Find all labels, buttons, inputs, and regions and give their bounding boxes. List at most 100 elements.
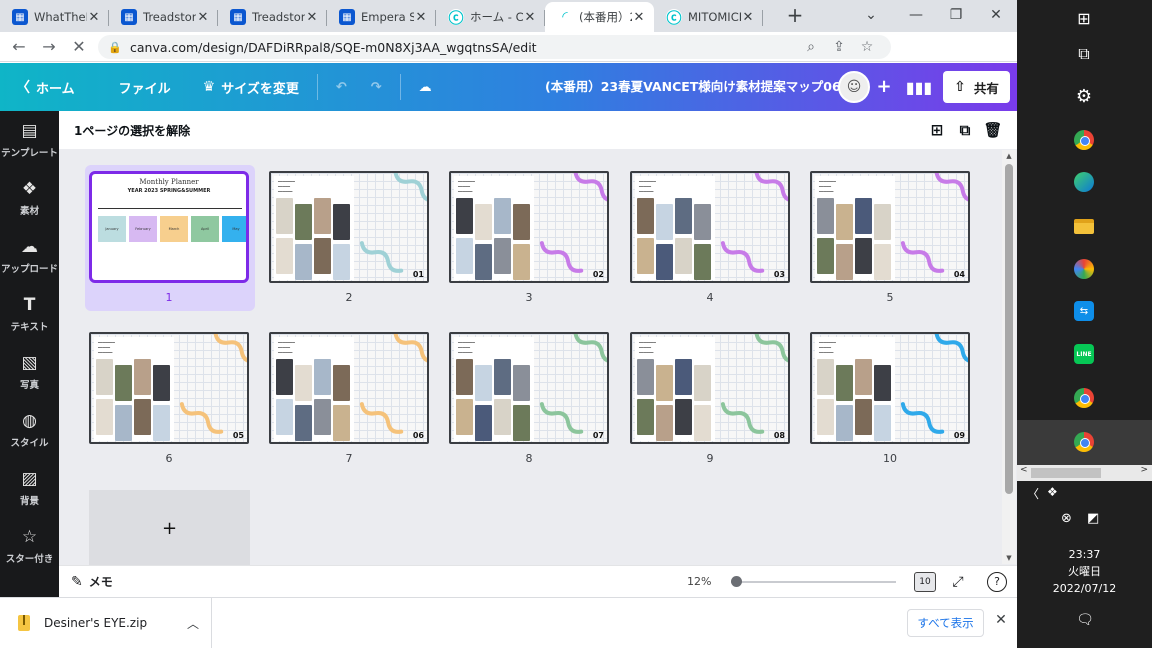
close-tab-icon[interactable]: ✕ bbox=[196, 10, 210, 25]
close-download-bar-icon[interactable]: ✕ bbox=[992, 612, 1010, 628]
board-page[interactable]: ━━━━━━━ ━━━━━ ━━━━━━ 08 bbox=[630, 332, 790, 444]
monthly-planner-page[interactable]: Monthly Planner YEAR 2023 SPRING&SUMMER Ja… bbox=[89, 171, 249, 283]
download-item[interactable]: Desiner's EYE.zip ︿ bbox=[0, 597, 212, 648]
board-page[interactable]: ━━━━━━━ ━━━━━ ━━━━━━ 03 bbox=[630, 171, 790, 283]
board-page[interactable]: ━━━━━━━ ━━━━━ ━━━━━━ 04 bbox=[810, 171, 970, 283]
board-page[interactable]: ━━━━━━━ ━━━━━ ━━━━━━ 06 bbox=[269, 332, 429, 444]
chrome-active-icon[interactable] bbox=[1072, 430, 1096, 454]
chrome-icon[interactable] bbox=[1072, 128, 1096, 152]
sidebar-item[interactable]: ☆ スター付き bbox=[0, 517, 59, 575]
close-tab-icon[interactable]: ✕ bbox=[87, 10, 101, 25]
sidebar-item[interactable]: ☁ アップロード bbox=[0, 227, 59, 285]
tray-scroll-left[interactable]: < bbox=[1020, 465, 1028, 475]
file-explorer-icon[interactable] bbox=[1072, 214, 1096, 238]
tray-scrollbar[interactable]: < > bbox=[1017, 465, 1152, 481]
edge-icon[interactable] bbox=[1072, 170, 1096, 194]
document-title[interactable]: (本番用）23春夏VANCET様向け素材提案マップ0614 bbox=[545, 63, 858, 111]
zoom-icon[interactable]: ⌕ bbox=[797, 39, 825, 55]
page-thumbnail[interactable]: ━━━━━━━ ━━━━━ ━━━━━━ 07 8 bbox=[449, 332, 609, 465]
browser-tab[interactable]: ▦ Treadstone✕ bbox=[218, 2, 327, 32]
restore-button[interactable]: ❐ bbox=[936, 0, 976, 30]
browser-tab[interactable]: ⓒ MITOMICH✕ bbox=[654, 2, 763, 32]
board-page[interactable]: ━━━━━━━ ━━━━━ ━━━━━━ 09 bbox=[810, 332, 970, 444]
browser-tab[interactable]: ⓒ ホーム - Can✕ bbox=[436, 2, 545, 32]
tray-scroll-thumb[interactable] bbox=[1031, 468, 1101, 478]
chevron-up-icon[interactable]: ︿ bbox=[187, 615, 211, 632]
redo-button[interactable]: ↷ bbox=[359, 63, 394, 111]
tray-app-icon[interactable]: ◩ bbox=[1087, 511, 1099, 526]
teamviewer-icon[interactable]: ⇆ bbox=[1072, 299, 1096, 323]
minimize-button[interactable]: — bbox=[896, 0, 936, 30]
cloud-save-icon[interactable]: ☁ bbox=[407, 63, 444, 111]
chrome-profile-icon[interactable] bbox=[1072, 386, 1096, 410]
board-page[interactable]: ━━━━━━━ ━━━━━ ━━━━━━ 01 bbox=[269, 171, 429, 283]
new-tab-button[interactable]: + bbox=[778, 0, 812, 30]
zoom-slider-handle[interactable] bbox=[731, 576, 742, 587]
close-tab-icon[interactable]: ✕ bbox=[523, 10, 537, 25]
insights-chart-icon[interactable]: ▮▮▮ bbox=[902, 71, 936, 103]
share-page-icon[interactable]: ⇪ bbox=[825, 39, 853, 55]
bookmark-star-icon[interactable]: ☆ bbox=[853, 39, 881, 55]
invite-plus-icon[interactable]: + bbox=[873, 76, 895, 98]
line-app-icon[interactable]: LINE bbox=[1072, 342, 1096, 366]
resize-button[interactable]: ♛ サイズを変更 bbox=[191, 63, 311, 111]
share-button[interactable]: ⇧ 共有 bbox=[943, 71, 1010, 103]
notes-button[interactable]: ✎ メモ bbox=[71, 573, 113, 590]
sidebar-item[interactable]: ▧ 写真 bbox=[0, 343, 59, 401]
scroll-down-arrow[interactable]: ▼ bbox=[1002, 554, 1016, 562]
page-count-button[interactable]: 10 bbox=[914, 572, 936, 592]
paint-icon[interactable] bbox=[1072, 257, 1096, 281]
back-icon[interactable]: ← bbox=[4, 32, 34, 62]
deselect-page-link[interactable]: 1ページの選択を解除 bbox=[74, 122, 190, 139]
sidebar-item[interactable]: ▤ テンプレート bbox=[0, 111, 59, 169]
duplicate-page-icon[interactable]: ⧉ bbox=[951, 121, 979, 139]
dropbox-icon[interactable]: ❖ bbox=[1047, 485, 1058, 499]
vertical-scrollbar[interactable]: ▲ ▼ bbox=[1002, 150, 1016, 564]
stop-loading-icon[interactable]: ✕ bbox=[64, 32, 94, 62]
page-thumbnail[interactable]: ━━━━━━━ ━━━━━ ━━━━━━ 01 2 bbox=[269, 171, 429, 304]
close-tab-icon[interactable]: ✕ bbox=[414, 10, 428, 25]
show-all-downloads-button[interactable]: すべて表示 bbox=[907, 609, 984, 637]
avatar[interactable]: ☺ bbox=[838, 71, 870, 103]
help-button[interactable]: ? bbox=[987, 572, 1007, 592]
page-thumbnail[interactable]: ━━━━━━━ ━━━━━ ━━━━━━ 09 10 bbox=[810, 332, 970, 465]
forward-icon[interactable]: → bbox=[34, 32, 64, 62]
close-tab-icon[interactable]: ✕ bbox=[741, 10, 755, 25]
sidebar-item[interactable]: ▨ 背景 bbox=[0, 459, 59, 517]
task-view-icon[interactable]: ⧉ bbox=[1072, 42, 1096, 66]
page-thumbnail[interactable]: ━━━━━━━ ━━━━━ ━━━━━━ 04 5 bbox=[810, 171, 970, 304]
page-thumbnail[interactable]: ━━━━━━━ ━━━━━ ━━━━━━ 08 9 bbox=[630, 332, 790, 465]
page-thumbnail[interactable]: ━━━━━━━ ━━━━━ ━━━━━━ 06 7 bbox=[269, 332, 429, 465]
tray-scroll-right[interactable]: > bbox=[1140, 465, 1148, 475]
windows-start-icon[interactable]: ⊞ bbox=[1072, 6, 1096, 30]
add-page-icon[interactable]: ⊞ bbox=[923, 121, 951, 139]
close-window-button[interactable]: ✕ bbox=[976, 0, 1016, 30]
file-menu-button[interactable]: ファイル bbox=[107, 63, 183, 111]
browser-tab[interactable]: ◜ (本番用）2 ✕ bbox=[545, 2, 654, 32]
sidebar-item[interactable]: ❖ 素材 bbox=[0, 169, 59, 227]
trash-icon[interactable]: 🗑 bbox=[979, 121, 1007, 139]
browser-tab[interactable]: ▦ Treadstone✕ bbox=[109, 2, 218, 32]
close-tab-icon[interactable]: ✕ bbox=[305, 10, 319, 25]
notification-icon[interactable]: 🗨 bbox=[1075, 612, 1095, 628]
page-thumbnail[interactable]: ━━━━━━━ ━━━━━ ━━━━━━ 02 3 bbox=[449, 171, 609, 304]
page-thumbnail[interactable]: Monthly Planner YEAR 2023 SPRING&SUMMER Ja… bbox=[85, 165, 255, 311]
settings-gear-icon[interactable]: ⚙ bbox=[1072, 84, 1096, 108]
scroll-up-arrow[interactable]: ▲ bbox=[1002, 152, 1016, 160]
board-page[interactable]: ━━━━━━━ ━━━━━ ━━━━━━ 02 bbox=[449, 171, 609, 283]
page-thumbnail[interactable]: ━━━━━━━ ━━━━━ ━━━━━━ 03 4 bbox=[630, 171, 790, 304]
add-new-page-button[interactable]: + bbox=[89, 490, 250, 566]
tray-close-icon[interactable]: ⊗ bbox=[1061, 511, 1072, 526]
sidebar-item[interactable]: ◍ スタイル bbox=[0, 401, 59, 459]
browser-tab[interactable]: ▦ Empera Sc✕ bbox=[327, 2, 436, 32]
taskbar-clock[interactable]: 23:37 火曜日 2022/07/12 bbox=[1017, 546, 1152, 597]
scrollbar-thumb[interactable] bbox=[1005, 164, 1013, 494]
zoom-percent[interactable]: 12% bbox=[687, 566, 711, 598]
close-tab-icon[interactable]: ✕ bbox=[632, 10, 646, 25]
sidebar-item[interactable]: T テキスト bbox=[0, 285, 59, 343]
home-button[interactable]: 〈 ホーム bbox=[0, 63, 87, 111]
board-page[interactable]: ━━━━━━━ ━━━━━ ━━━━━━ 05 bbox=[89, 332, 249, 444]
tab-search-icon[interactable]: ⌄ bbox=[851, 0, 891, 30]
undo-button[interactable]: ↶ bbox=[324, 63, 359, 111]
board-page[interactable]: ━━━━━━━ ━━━━━ ━━━━━━ 07 bbox=[449, 332, 609, 444]
